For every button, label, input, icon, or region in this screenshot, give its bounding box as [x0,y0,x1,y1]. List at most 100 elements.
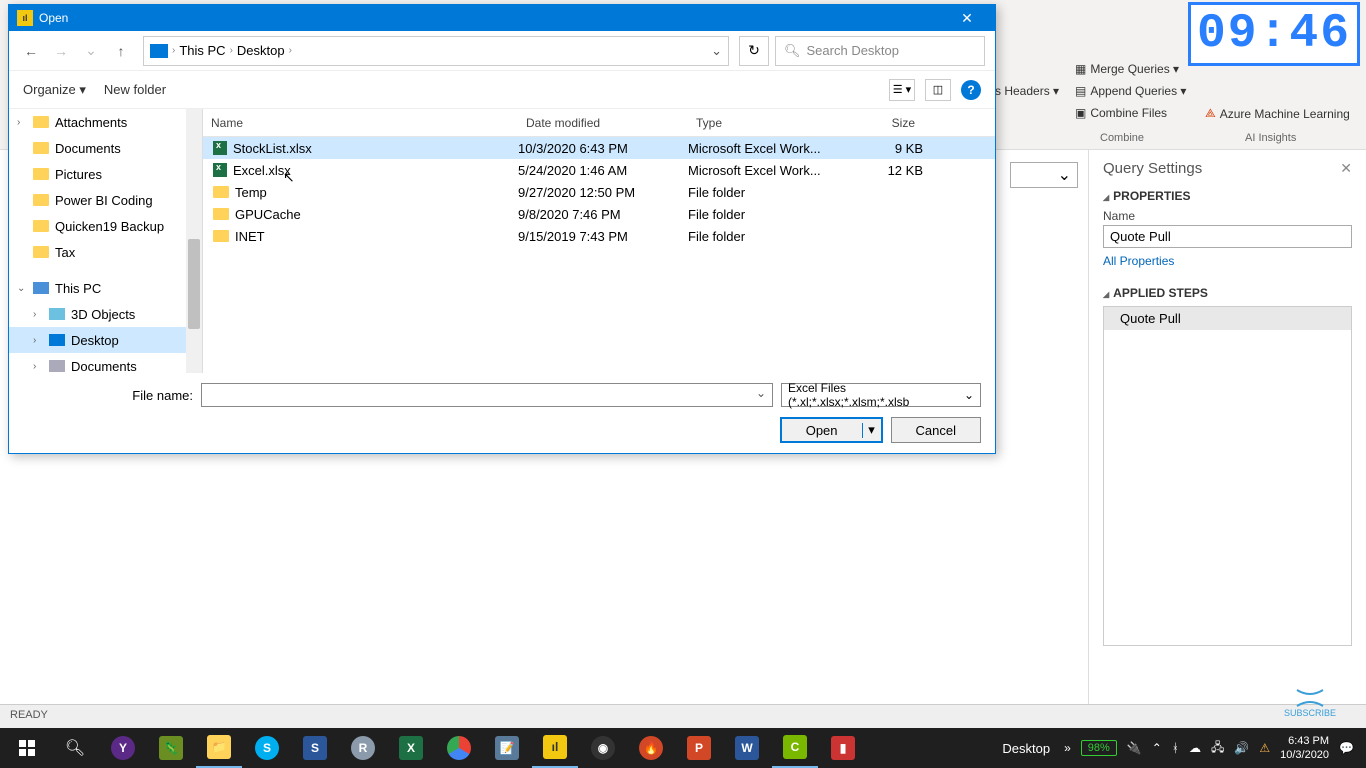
file-list[interactable]: Name Date modified Type Size StockList.x… [203,109,995,373]
taskbar-app[interactable]: 🔥 [628,728,674,768]
applied-step[interactable]: Quote Pull [1103,307,1351,330]
file-date: 9/15/2019 7:43 PM [518,229,688,244]
taskbar-chrome[interactable] [436,728,482,768]
tree-item[interactable]: ›3D Objects [9,301,202,327]
name-label: Name [1103,209,1352,223]
taskbar-app[interactable]: ▮ [820,728,866,768]
back-button[interactable]: ← [19,39,43,63]
chevron-icon[interactable]: ⌄ [17,283,27,294]
combine-files-button[interactable]: ▣Combine Files [1075,106,1167,120]
applied-steps-section[interactable]: APPLIED STEPS [1103,286,1352,300]
open-button[interactable]: Open ▾ [780,417,883,443]
append-queries-button[interactable]: ▤Append Queries ▾ [1075,84,1186,98]
preview-pane-button[interactable]: ◫ [925,79,951,101]
taskbar-word[interactable]: W [724,728,770,768]
bluetooth-icon[interactable]: ᚼ [1172,741,1179,755]
help-button[interactable]: ? [961,80,981,100]
dialog-close-button[interactable]: ✕ [947,10,987,27]
recent-button[interactable]: ⌄ [79,39,103,63]
tree-item[interactable]: Tax [9,239,202,265]
battery-indicator[interactable]: 98% [1081,740,1117,756]
column-headers[interactable]: Name Date modified Type Size [203,109,995,137]
file-row[interactable]: Temp9/27/2020 12:50 PMFile folder [203,181,995,203]
all-properties-link[interactable]: All Properties [1103,254,1174,268]
tray-up-icon[interactable]: ⌃ [1152,741,1162,755]
organize-button[interactable]: Organize ▾ [23,82,86,98]
taskbar-excel[interactable]: X [388,728,434,768]
file-type-filter[interactable]: Excel Files (*.xl;*.xlsx;*.xlsm;*.xlsb⌄ [781,383,981,407]
ribbon-headers[interactable]: s Headers ▾ [995,84,1059,98]
tree-item[interactable]: Pictures [9,161,202,187]
col-date[interactable]: Date modified [518,116,688,130]
tree-item[interactable]: Quicken19 Backup [9,213,202,239]
chevron-icon[interactable]: › [33,361,43,372]
taskbar[interactable]: 🔍︎ Y 🦎 📁 S S R X 📝 ıl ◉ 🔥 P W C ▮ Deskto… [0,728,1366,768]
address-bar[interactable]: › This PC › Desktop › ⌄ [143,36,729,66]
network-icon[interactable]: 🖧 [1211,738,1224,759]
azure-ml-button[interactable]: ⟁Azure Machine Learning [1205,106,1350,121]
onedrive-icon[interactable]: ☁ [1189,741,1201,755]
scroll-thumb[interactable] [188,239,200,329]
file-name-input[interactable] [201,383,773,407]
file-row[interactable]: INET9/15/2019 7:43 PMFile folder [203,225,995,247]
taskbar-skype[interactable]: S [244,728,290,768]
chevron-icon[interactable]: › [17,117,27,128]
folder-icon [33,116,49,128]
chevron-icon[interactable]: › [33,309,43,320]
power-icon[interactable]: 🔌 [1127,741,1142,755]
chevron-icon[interactable]: › [33,335,43,346]
taskbar-app[interactable]: Y [100,728,146,768]
taskbar-explorer[interactable]: 📁 [196,728,242,768]
file-row[interactable]: GPUCache9/8/2020 7:46 PMFile folder [203,203,995,225]
new-folder-button[interactable]: New folder [104,82,166,97]
dialog-nav: ← → ⌄ ↑ › This PC › Desktop › ⌄ ↻ 🔍︎ Sea… [9,31,995,71]
taskbar-powerpoint[interactable]: P [676,728,722,768]
refresh-button[interactable]: ↻ [739,36,769,66]
file-row[interactable]: Excel.xlsx5/24/2020 1:46 AMMicrosoft Exc… [203,159,995,181]
taskbar-clock[interactable]: 6:43 PM 10/3/2020 [1280,734,1329,762]
taskbar-powerbi[interactable]: ıl [532,728,578,768]
close-icon[interactable]: ✕ [1340,160,1352,177]
tree-scrollbar[interactable] [186,109,202,373]
folder-tree[interactable]: ›Attachments Documents Pictures Power BI Co… [9,109,203,373]
dialog-titlebar[interactable]: ıl Open ✕ [9,5,995,31]
query-settings-panel: Query Settings ✕ PROPERTIES Name All Pro… [1088,150,1366,728]
formula-dropdown[interactable]: ⌄ [1010,162,1078,188]
taskbar-app[interactable]: 🦎 [148,728,194,768]
tree-item[interactable]: ⌄This PC [9,275,202,301]
breadcrumb-desktop[interactable]: Desktop [237,43,285,58]
col-size[interactable]: Size [833,116,923,130]
desktop-toolbar[interactable]: Desktop [1002,741,1050,756]
tree-item[interactable]: Power BI Coding [9,187,202,213]
query-name-input[interactable] [1103,225,1352,248]
merge-queries-button[interactable]: ▦Merge Queries ▾ [1075,62,1179,76]
up-button[interactable]: ↑ [109,39,133,63]
breadcrumb-thispc[interactable]: This PC [179,43,225,58]
col-name[interactable]: Name [203,116,518,130]
tree-item[interactable]: ›Attachments [9,109,202,135]
tree-item[interactable]: ›Documents [9,353,202,373]
tree-item[interactable]: Documents [9,135,202,161]
taskbar-app[interactable]: ◉ [580,728,626,768]
open-dropdown[interactable]: ▾ [863,422,881,438]
taskbar-app[interactable]: 📝 [484,728,530,768]
tree-item[interactable]: ›Desktop [9,327,202,353]
file-row[interactable]: StockList.xlsx10/3/2020 6:43 PMMicrosoft… [203,137,995,159]
taskbar-snagit[interactable]: S [292,728,338,768]
properties-section[interactable]: PROPERTIES [1103,189,1352,203]
chevron-down-icon[interactable]: ⌄ [711,43,722,59]
search-button[interactable]: 🔍︎ [52,728,98,768]
start-button[interactable] [4,728,50,768]
action-center-icon[interactable]: 💬 [1339,741,1354,755]
desktop-chevron[interactable]: » [1064,741,1071,755]
tree-label: Pictures [55,167,102,182]
taskbar-camtasia[interactable]: C [772,728,818,768]
view-mode-button[interactable]: ☰ ▾ [889,79,915,101]
volume-icon[interactable]: 🔊 [1234,741,1249,755]
notification-icon[interactable]: ⚠ [1259,741,1270,755]
search-input[interactable]: 🔍︎ Search Desktop [775,36,985,66]
cancel-button[interactable]: Cancel [891,417,981,443]
col-type[interactable]: Type [688,116,833,130]
tree-label: Documents [55,141,121,156]
taskbar-app-r[interactable]: R [340,728,386,768]
